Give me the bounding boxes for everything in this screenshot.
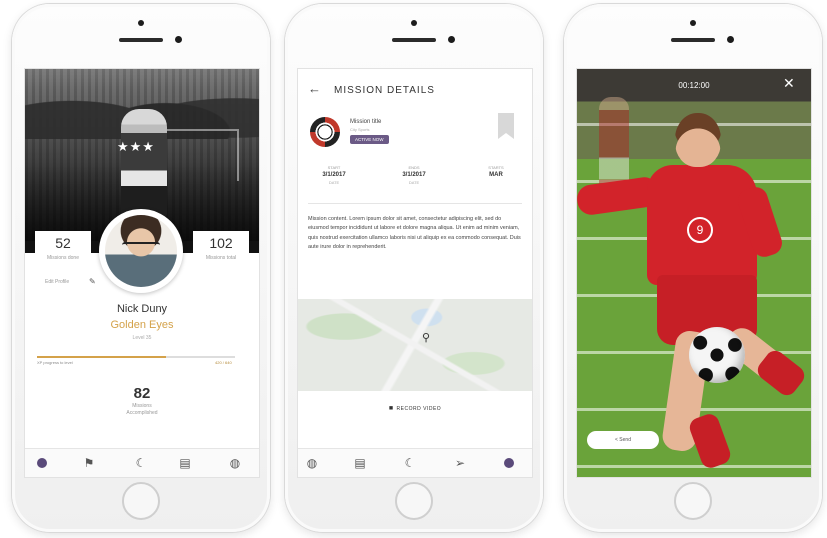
rating-stars: ★★★ — [117, 139, 155, 154]
user-level: Level 35 — [132, 335, 152, 341]
date-end-sub: DATE — [408, 180, 420, 185]
edit-profile-link[interactable]: Edit Profile — [45, 279, 69, 285]
score-label-line2: Accomplished — [126, 410, 158, 416]
date-month: STARTS MAR — [466, 165, 526, 180]
mission-sub: City Sports — [350, 127, 370, 132]
phone-video: 9 00:12:00 ✕ < Send — [564, 4, 822, 532]
gallery-icon[interactable]: ▤ — [352, 455, 368, 471]
xp-progress-value: 420 / 640 — [215, 360, 232, 365]
moon-icon[interactable]: ☾ — [133, 455, 149, 471]
profile-screen: ★★★ 52 Missions done 102 Missions total … — [24, 68, 260, 478]
globe-icon[interactable]: ◍ — [304, 455, 320, 471]
xp-progress-fill — [37, 356, 166, 358]
date-month-label: STARTS — [488, 165, 504, 170]
page-title: MISSION DETAILS — [334, 85, 435, 96]
home-button[interactable] — [674, 482, 712, 520]
phone-profile: ★★★ 52 Missions done 102 Missions total … — [12, 4, 270, 532]
user-name: Nick Duny — [116, 303, 168, 315]
record-video-button[interactable]: ■ RECORD VIDEO — [338, 405, 492, 419]
status-badge: ACTIVE NOW — [350, 135, 389, 144]
stat-left-value: 52 — [55, 235, 71, 251]
date-start-value: 3/1/2017 — [322, 172, 346, 178]
front-camera — [690, 20, 696, 26]
pencil-icon[interactable]: ✎ — [89, 277, 96, 286]
mission-screen: ← MISSION DETAILS Mission title City Spo… — [297, 68, 533, 478]
score-label: Missions Accomplished — [25, 403, 259, 417]
cover-player — [121, 109, 167, 219]
video-camera-icon: ■ — [388, 405, 394, 412]
score-label-line1: Missions — [132, 403, 152, 409]
globe-icon[interactable]: ◍ — [227, 455, 243, 471]
back-arrow-icon[interactable]: ← — [308, 81, 321, 96]
avatar-photo — [105, 215, 177, 287]
club-logo — [310, 117, 340, 147]
map-pin-icon[interactable]: ⚲ — [422, 331, 430, 344]
date-start-label: START — [327, 165, 341, 170]
xp-progress-label: XP progress to level — [37, 360, 73, 365]
date-month-value: MAR — [489, 172, 503, 178]
tab-bar: ◍ ▤ ☾ ➢ — [298, 448, 532, 477]
mission-map[interactable] — [298, 299, 532, 391]
date-start: START 3/1/2017 DATE — [304, 165, 364, 185]
mission-header: ← MISSION DETAILS — [308, 79, 522, 99]
sensor-dot — [727, 36, 734, 43]
player-head — [675, 113, 721, 167]
date-start-sub: DATE — [328, 180, 340, 185]
stat-right-value: 102 — [209, 235, 233, 251]
cover-goal — [165, 129, 239, 181]
jersey-number: 9 — [687, 217, 713, 243]
date-end-value: 3/1/2017 — [402, 172, 426, 178]
send-icon[interactable]: ➢ — [452, 455, 468, 471]
user-title: Golden Eyes — [110, 319, 174, 331]
divider — [308, 203, 522, 204]
stat-right-label: Missions total — [205, 255, 237, 261]
front-camera — [138, 20, 144, 26]
moon-icon[interactable]: ☾ — [402, 455, 418, 471]
front-camera — [411, 20, 417, 26]
megaphone-icon[interactable]: ⚑ — [81, 455, 97, 471]
earpiece — [671, 38, 715, 42]
recording-timer: 00:12:00 — [678, 81, 710, 90]
avatar-glasses — [122, 242, 160, 250]
home-button[interactable] — [395, 482, 433, 520]
stat-right: 102 Missions total — [193, 231, 249, 269]
earpiece — [392, 38, 436, 42]
video-screen: 9 00:12:00 ✕ < Send — [576, 68, 812, 478]
mission-dates: START 3/1/2017 DATE ENDS 3/1/2017 DATE S… — [298, 165, 532, 197]
home-icon[interactable] — [37, 458, 47, 468]
send-button[interactable]: < Send — [587, 431, 659, 449]
home-icon[interactable] — [504, 458, 514, 468]
soccer-ball — [689, 327, 745, 383]
date-end-label: ENDS — [408, 165, 420, 170]
sensor-dot — [448, 36, 455, 43]
tab-bar: ⚑ ☾ ▤ ◍ — [25, 448, 259, 477]
phone-mission: ← MISSION DETAILS Mission title City Spo… — [285, 4, 543, 532]
bookmark-icon[interactable] — [498, 113, 514, 139]
avatar[interactable] — [99, 209, 183, 293]
record-video-label: RECORD VIDEO — [396, 406, 442, 412]
home-button[interactable] — [122, 482, 160, 520]
gallery-icon[interactable]: ▤ — [177, 455, 193, 471]
mission-description: Mission content. Lorem ipsum dolor sit a… — [308, 216, 521, 251]
stat-left: 52 Missions done — [35, 231, 91, 269]
score-value: 82 — [133, 385, 151, 402]
sensor-dot — [175, 36, 182, 43]
close-icon[interactable]: ✕ — [783, 75, 795, 92]
stat-left-label: Missions done — [47, 255, 79, 261]
xp-progress-bar — [37, 356, 235, 358]
earpiece — [119, 38, 163, 42]
date-end: ENDS 3/1/2017 DATE — [384, 165, 444, 185]
mission-name: Mission title — [350, 119, 382, 125]
